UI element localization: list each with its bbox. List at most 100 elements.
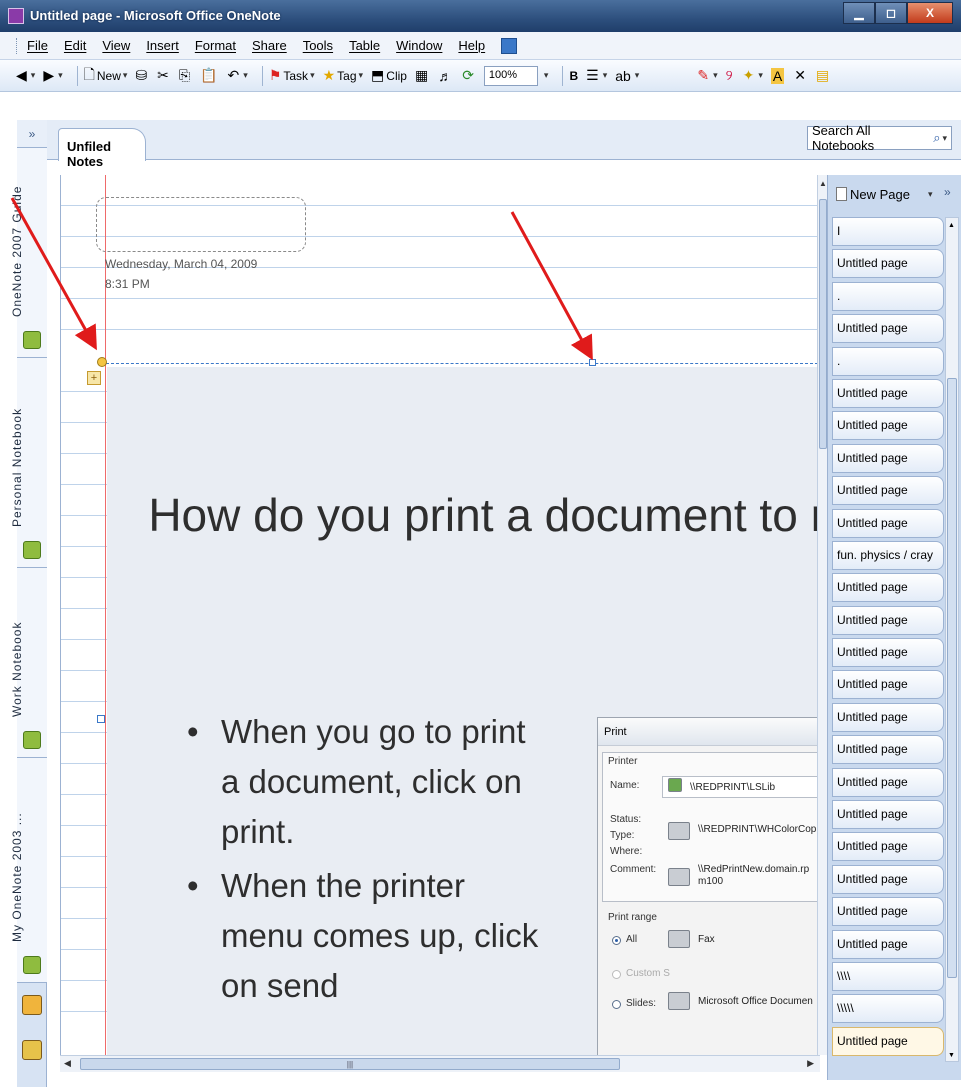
help-icon[interactable] (501, 37, 518, 54)
page-tab[interactable]: Untitled page (832, 800, 944, 830)
notebook-tab-work[interactable]: Work Notebook (10, 568, 47, 758)
undo-button[interactable]: ↶ ▾ (228, 64, 248, 88)
menu-view[interactable]: View (102, 38, 130, 53)
notebook-tab-onenote-guide[interactable]: OneNote 2007 Guide (10, 148, 47, 358)
close-button[interactable]: X (907, 2, 953, 24)
menu-edit[interactable]: Edit (64, 38, 86, 53)
sync-button[interactable]: ⟳ (462, 64, 476, 88)
note-page[interactable]: Wednesday, March 04, 2009 8:31 PM How do… (60, 175, 817, 1055)
back-button[interactable]: ◀ ▾ (16, 64, 35, 88)
lasso-button[interactable]: ୨ (726, 64, 735, 88)
new-button[interactable]: 🗋 New ▾ (84, 64, 128, 88)
page-tab[interactable]: Untitled page (832, 702, 944, 732)
page-tab[interactable]: . (832, 346, 944, 376)
delete-button[interactable]: ✕ (794, 64, 808, 88)
page-tab[interactable]: Untitled page (832, 249, 944, 279)
search-scope-dropdown-icon[interactable]: ▾ (942, 133, 947, 144)
page-tab[interactable]: Untitled page (832, 897, 944, 927)
notebook-tab-onenote-2003[interactable]: My OneNote 2003 ... (10, 758, 47, 983)
page-tab[interactable]: I (832, 217, 944, 246)
section-tab-unfiled-notes[interactable]: Unfiled Notes (58, 128, 146, 169)
eraser-button[interactable]: ✦ ▾ (743, 64, 763, 88)
minimize-button[interactable]: ▁ (843, 2, 875, 24)
paste-button[interactable]: 📋 (200, 64, 219, 88)
highlight-button[interactable]: ab ▾ (615, 64, 639, 88)
menu-tools[interactable]: Tools (303, 38, 333, 53)
page-color-button[interactable]: ▤ (816, 64, 831, 88)
page-vertical-scrollbar[interactable]: ▲ (817, 175, 827, 1055)
table-button[interactable]: ▦ (415, 64, 430, 88)
page-list-scrollbar[interactable]: ▲ ▼ (945, 217, 959, 1062)
page-tab[interactable]: Untitled page (832, 670, 944, 700)
task-button[interactable]: ⚑ Task ▾ (269, 64, 315, 88)
notebook-tab-personal[interactable]: Personal Notebook (10, 358, 47, 568)
page-tab[interactable]: fun. physics / cray (832, 540, 944, 570)
resize-handle[interactable] (589, 359, 596, 366)
menu-grip-handle[interactable] (16, 37, 19, 54)
collapse-navigation-button[interactable]: » (17, 120, 47, 148)
page-tab[interactable]: Untitled page (832, 411, 944, 441)
side-note-icon[interactable] (22, 1040, 42, 1060)
open-button[interactable]: ⛁ (135, 64, 149, 88)
page-tab[interactable]: \\\\\ (832, 994, 944, 1024)
page-tab[interactable]: Untitled page (832, 638, 944, 668)
menu-share[interactable]: Share (252, 38, 287, 53)
forward-button[interactable]: ▶ ▾ (43, 64, 62, 88)
scroll-left-icon[interactable]: ◀ (64, 1058, 71, 1069)
zoom-dropdown[interactable]: ▾ (542, 64, 549, 88)
page-tab[interactable]: Untitled page (832, 314, 944, 344)
unfiled-notes-icon[interactable] (22, 995, 42, 1015)
menu-format[interactable]: Format (195, 38, 236, 53)
dropdown-icon: ▾ (602, 70, 608, 80)
scrollbar-thumb[interactable] (819, 199, 827, 449)
page-tab[interactable]: Untitled page (832, 767, 944, 797)
tag-button[interactable]: ★ Tag ▾ (323, 64, 363, 88)
menu-insert[interactable]: Insert (146, 38, 179, 53)
menu-table[interactable]: Table (349, 38, 380, 53)
pen-button[interactable]: ✎ ▾ (697, 64, 717, 88)
scroll-up-icon[interactable]: ▲ (948, 222, 955, 229)
page-tab[interactable]: Untitled page (832, 605, 944, 635)
search-input[interactable]: Search All Notebooks ⌕ ▾ (807, 123, 952, 153)
dropdown-icon[interactable]: ▾ (928, 189, 933, 200)
menu-window[interactable]: Window (396, 38, 442, 53)
new-page-button[interactable]: New Page ▾ (836, 181, 944, 207)
page-tab[interactable]: Untitled page (832, 832, 944, 862)
note-container-handle-icon[interactable] (97, 357, 107, 367)
copy-button[interactable]: ⎘ (179, 64, 192, 88)
menu-file[interactable]: File (27, 38, 48, 53)
scrollbar-thumb[interactable]: ||| (80, 1058, 620, 1070)
bold-button[interactable]: B (569, 64, 578, 88)
page-tab[interactable]: \\\\ (832, 961, 944, 991)
onenote-app-icon[interactable] (8, 8, 24, 24)
menu-help[interactable]: Help (458, 38, 485, 53)
text-mode-button[interactable]: A (770, 64, 786, 88)
page-tab[interactable]: Untitled page (832, 929, 944, 959)
page-tab[interactable]: . (832, 281, 944, 311)
page-tab[interactable]: Untitled page (832, 735, 944, 765)
cut-button[interactable]: ✂ (157, 64, 171, 88)
scroll-right-icon[interactable]: ▶ (807, 1058, 814, 1069)
page-horizontal-scrollbar[interactable]: ◀ ||| ▶ (60, 1055, 820, 1072)
scroll-down-icon[interactable]: ▼ (948, 1052, 955, 1059)
page-tab[interactable]: Untitled page (832, 476, 944, 506)
page-tab[interactable]: Untitled page (832, 1026, 944, 1056)
printed-slide-image[interactable]: How do you print a document to note? Whe… (107, 367, 817, 1055)
page-tab[interactable]: Untitled page (832, 443, 944, 473)
expand-page-tabs-button[interactable]: » (944, 185, 951, 199)
search-icon[interactable]: ⌕ (933, 130, 940, 146)
bullets-button[interactable]: ☰ ▾ (586, 64, 607, 88)
clip-button[interactable]: ⬒ Clip (371, 64, 407, 88)
record-button[interactable]: ♬ (438, 64, 454, 88)
maximize-button[interactable]: ◻ (875, 2, 907, 24)
page-title-input[interactable] (96, 197, 306, 252)
move-handle-icon[interactable]: + (87, 371, 101, 385)
scrollbar-thumb[interactable] (947, 378, 957, 978)
page-tab[interactable]: Untitled page (832, 508, 944, 538)
page-tab[interactable]: Untitled page (832, 864, 944, 894)
zoom-input[interactable]: 100% (483, 65, 538, 86)
image-handle[interactable] (97, 715, 105, 723)
page-tab[interactable]: Untitled page (832, 378, 944, 408)
dropdown-icon: ▾ (243, 70, 248, 80)
page-tab[interactable]: Untitled page (832, 573, 944, 603)
